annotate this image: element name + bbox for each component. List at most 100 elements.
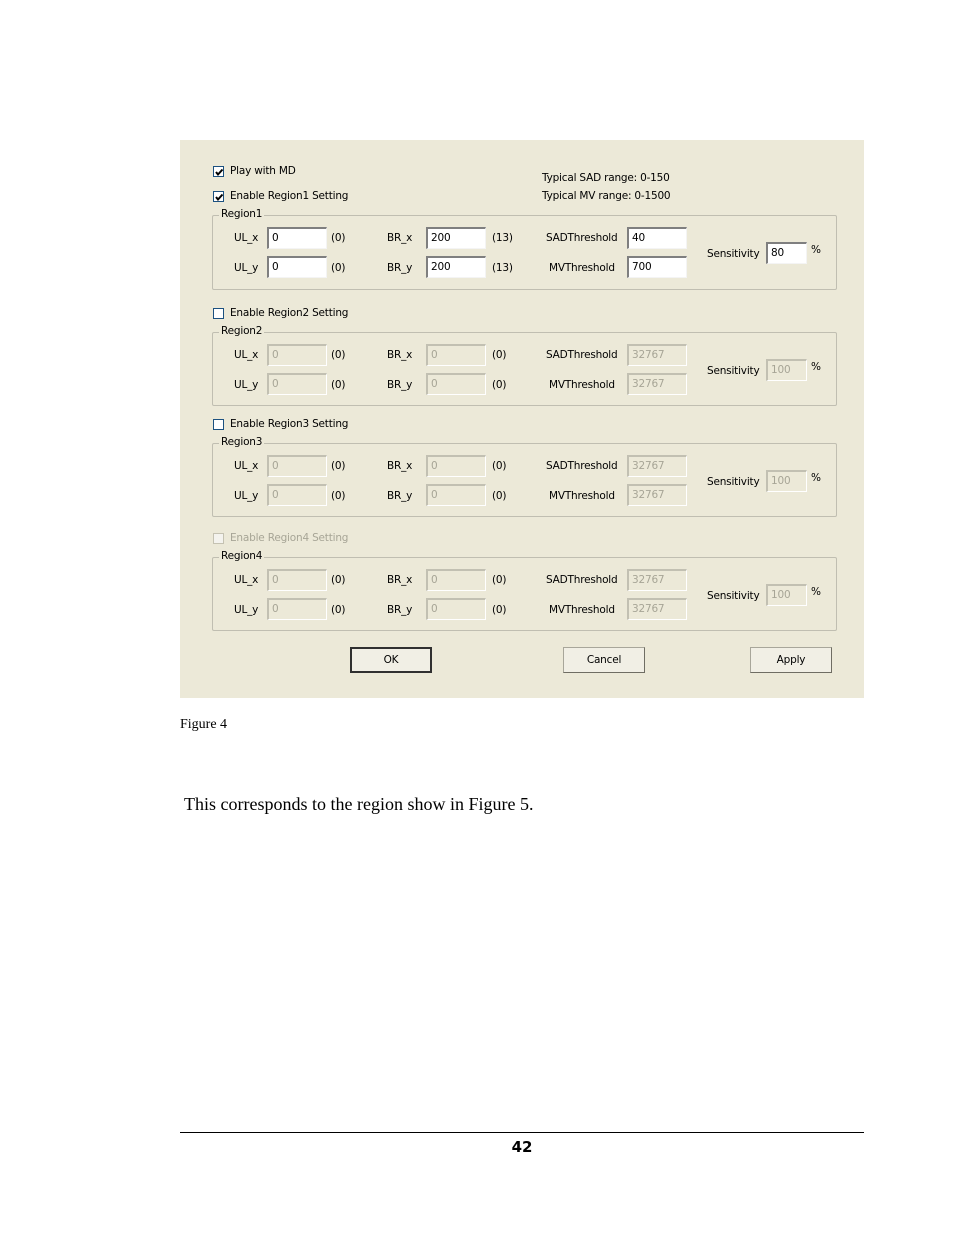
br-y-input: 0 bbox=[426, 484, 486, 506]
mv-threshold-label: MVThreshold bbox=[549, 490, 615, 502]
enable-region-checkbox[interactable] bbox=[213, 191, 224, 202]
body-paragraph: This corresponds to the region show in F… bbox=[184, 794, 534, 814]
ul-x-label: UL_x bbox=[234, 460, 259, 472]
ul-x-input: 0 bbox=[267, 344, 327, 366]
ul-y-input[interactable]: 0 bbox=[267, 256, 327, 278]
checkmark-icon bbox=[215, 168, 224, 177]
br-y-input: 0 bbox=[426, 598, 486, 620]
region-group-title: Region1 bbox=[219, 208, 265, 220]
br-x-hint: (0) bbox=[492, 574, 507, 586]
sensitivity-label: Sensitivity bbox=[707, 590, 760, 602]
br-y-label: BR_y bbox=[387, 262, 413, 274]
sensitivity-label: Sensitivity bbox=[707, 476, 760, 488]
sad-threshold-input[interactable]: 40 bbox=[627, 227, 687, 249]
region-group-box: Region1 UL_x 0 (0) UL_y 0 (0) BR_x 200 (… bbox=[212, 208, 837, 290]
br-y-hint: (0) bbox=[492, 379, 507, 391]
mv-threshold-input[interactable]: 700 bbox=[627, 256, 687, 278]
enable-region-checkbox[interactable] bbox=[213, 308, 224, 319]
ul-x-hint: (0) bbox=[331, 349, 346, 361]
ul-x-label: UL_x bbox=[234, 574, 259, 586]
br-y-input[interactable]: 200 bbox=[426, 256, 486, 278]
br-y-label: BR_y bbox=[387, 379, 413, 391]
ul-y-hint: (0) bbox=[331, 379, 346, 391]
br-x-input[interactable]: 200 bbox=[426, 227, 486, 249]
sad-threshold-input: 32767 bbox=[627, 569, 687, 591]
sensitivity-input[interactable]: 80 bbox=[766, 242, 807, 264]
apply-button[interactable]: Apply bbox=[750, 647, 832, 673]
enable-region-label: Enable Region1 Setting bbox=[230, 190, 349, 202]
sad-threshold-input: 32767 bbox=[627, 344, 687, 366]
region-group-box: Region4 UL_x 0 (0) UL_y 0 (0) BR_x 0 (0)… bbox=[212, 550, 837, 631]
sad-range-info: Typical SAD range: 0-150 bbox=[542, 172, 670, 184]
ul-y-hint: (0) bbox=[331, 262, 346, 274]
mv-threshold-input: 32767 bbox=[627, 373, 687, 395]
percent-label: % bbox=[811, 361, 821, 373]
br-x-label: BR_x bbox=[387, 232, 413, 244]
sad-threshold-label: SADThreshold bbox=[546, 460, 618, 472]
ul-y-label: UL_y bbox=[234, 604, 259, 616]
sad-threshold-label: SADThreshold bbox=[546, 574, 618, 586]
br-y-hint: (13) bbox=[492, 262, 513, 274]
mv-threshold-input: 32767 bbox=[627, 598, 687, 620]
sad-threshold-input: 32767 bbox=[627, 455, 687, 477]
sensitivity-input: 100 bbox=[766, 470, 807, 492]
br-y-label: BR_y bbox=[387, 490, 413, 502]
ul-y-hint: (0) bbox=[331, 604, 346, 616]
ul-x-label: UL_x bbox=[234, 349, 259, 361]
region-group-title: Region2 bbox=[219, 325, 265, 337]
sensitivity-input: 100 bbox=[766, 584, 807, 606]
ok-button[interactable]: OK bbox=[350, 647, 432, 673]
ul-x-hint: (0) bbox=[331, 232, 346, 244]
region-group-box: Region2 UL_x 0 (0) UL_y 0 (0) BR_x 0 (0)… bbox=[212, 325, 837, 406]
mv-range-info: Typical MV range: 0-1500 bbox=[542, 190, 671, 202]
region-group-title: Region3 bbox=[219, 436, 265, 448]
br-x-input: 0 bbox=[426, 569, 486, 591]
sensitivity-label: Sensitivity bbox=[707, 365, 760, 377]
br-x-hint: (0) bbox=[492, 349, 507, 361]
region-group-title: Region4 bbox=[219, 550, 265, 562]
enable-region-checkbox[interactable] bbox=[213, 419, 224, 430]
percent-label: % bbox=[811, 244, 821, 256]
region-group-box: Region3 UL_x 0 (0) UL_y 0 (0) BR_x 0 (0)… bbox=[212, 436, 837, 517]
br-x-hint: (13) bbox=[492, 232, 513, 244]
br-x-input: 0 bbox=[426, 344, 486, 366]
checkmark-icon bbox=[215, 193, 224, 202]
footer-rule bbox=[180, 1132, 864, 1133]
percent-label: % bbox=[811, 472, 821, 484]
br-y-input: 0 bbox=[426, 373, 486, 395]
sad-threshold-label: SADThreshold bbox=[546, 349, 618, 361]
br-y-label: BR_y bbox=[387, 604, 413, 616]
enable-region-label: Enable Region3 Setting bbox=[230, 418, 349, 430]
play-with-md-checkbox[interactable] bbox=[213, 166, 224, 177]
ul-x-input: 0 bbox=[267, 569, 327, 591]
ul-y-hint: (0) bbox=[331, 490, 346, 502]
ul-y-input: 0 bbox=[267, 373, 327, 395]
ul-y-input: 0 bbox=[267, 484, 327, 506]
ul-y-label: UL_y bbox=[234, 490, 259, 502]
sensitivity-input: 100 bbox=[766, 359, 807, 381]
cancel-button[interactable]: Cancel bbox=[563, 647, 645, 673]
ul-x-hint: (0) bbox=[331, 460, 346, 472]
enable-region-label: Enable Region2 Setting bbox=[230, 307, 349, 319]
percent-label: % bbox=[811, 586, 821, 598]
ul-x-input: 0 bbox=[267, 455, 327, 477]
page-number: 42 bbox=[511, 1138, 533, 1156]
ul-x-input[interactable]: 0 bbox=[267, 227, 327, 249]
ul-y-label: UL_y bbox=[234, 379, 259, 391]
ul-x-label: UL_x bbox=[234, 232, 259, 244]
br-x-label: BR_x bbox=[387, 574, 413, 586]
enable-region-checkbox bbox=[213, 533, 224, 544]
ul-y-label: UL_y bbox=[234, 262, 259, 274]
mv-threshold-input: 32767 bbox=[627, 484, 687, 506]
br-x-label: BR_x bbox=[387, 460, 413, 472]
play-with-md-label: Play with MD bbox=[230, 165, 296, 177]
br-y-hint: (0) bbox=[492, 604, 507, 616]
enable-region-label: Enable Region4 Setting bbox=[230, 532, 349, 544]
br-x-hint: (0) bbox=[492, 460, 507, 472]
br-y-hint: (0) bbox=[492, 490, 507, 502]
br-x-input: 0 bbox=[426, 455, 486, 477]
ul-x-hint: (0) bbox=[331, 574, 346, 586]
figure-caption: Figure 4 bbox=[180, 717, 228, 732]
br-x-label: BR_x bbox=[387, 349, 413, 361]
mv-threshold-label: MVThreshold bbox=[549, 604, 615, 616]
